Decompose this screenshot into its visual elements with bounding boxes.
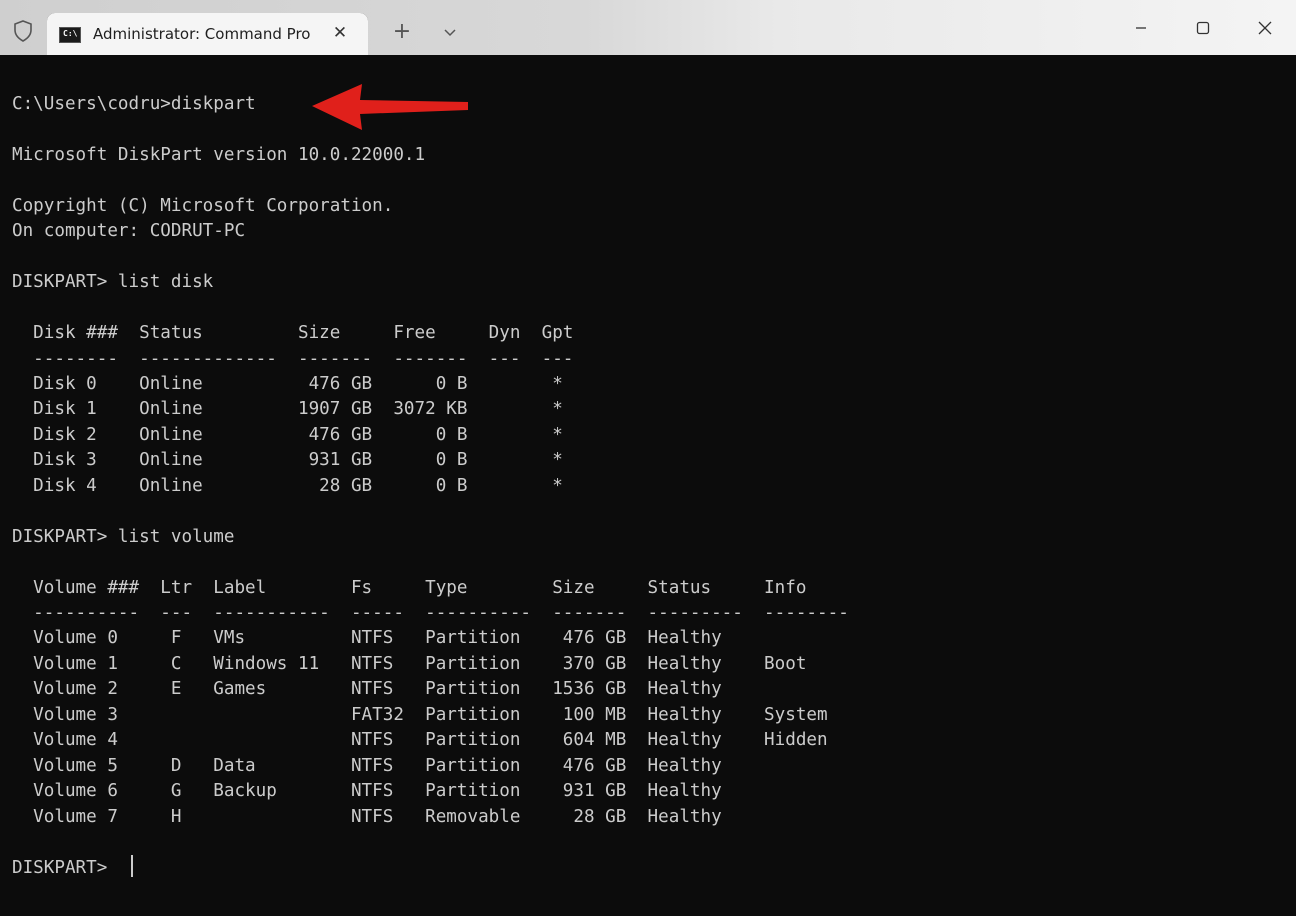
maximize-icon[interactable] — [1180, 13, 1226, 43]
tab-command-prompt[interactable]: C:\ Administrator: Command Pro ✕ — [47, 13, 368, 55]
terminal-line: Volume 5 D Data NTFS Partition 476 GB He… — [12, 755, 722, 776]
terminal-line: Copyright (C) Microsoft Corporation. — [12, 195, 394, 216]
terminal-line: Disk 3 Online 931 GB 0 B * — [12, 450, 563, 471]
chevron-down-icon[interactable] — [438, 22, 462, 42]
terminal-line: DISKPART> — [12, 857, 118, 878]
minimize-icon[interactable] — [1118, 13, 1164, 43]
terminal-line: Volume 1 C Windows 11 NTFS Partition 370… — [12, 653, 807, 674]
terminal-line: DISKPART> list volume — [12, 526, 235, 547]
new-tab-button[interactable]: + — [390, 20, 414, 44]
terminal-line: C:\Users\codru>diskpart — [12, 94, 256, 114]
close-icon[interactable] — [1242, 13, 1288, 43]
terminal-line: -------- ------------- ------- ------- -… — [12, 348, 574, 369]
terminal-line: Disk 2 Online 476 GB 0 B * — [12, 424, 563, 445]
tab-title: Administrator: Command Pro — [93, 25, 311, 43]
terminal-line: Disk 1 Online 1907 GB 3072 KB * — [12, 399, 563, 420]
terminal-line: Disk ### Status Size Free Dyn Gpt — [12, 323, 574, 344]
terminal-line: Volume 3 FAT32 Partition 100 MB Healthy … — [12, 704, 828, 725]
terminal-icon: C:\ — [59, 27, 81, 43]
terminal-line: Volume 6 G Backup NTFS Partition 931 GB … — [12, 781, 722, 802]
terminal-window: C:\ Administrator: Command Pro ✕ + C:\Us… — [0, 0, 1296, 916]
terminal-line: Disk 4 Online 28 GB 0 B * — [12, 475, 563, 496]
terminal-line: Volume 7 H NTFS Removable 28 GB Healthy — [12, 806, 722, 827]
terminal-line: Disk 0 Online 476 GB 0 B * — [12, 373, 563, 394]
arrow-icon — [312, 84, 468, 130]
terminal-line: Volume ### Ltr Label Fs Type Size Status… — [12, 577, 807, 598]
terminal-line: Volume 0 F VMs NTFS Partition 476 GB Hea… — [12, 628, 722, 649]
terminal-line: DISKPART> list disk — [12, 272, 214, 293]
shield-icon — [14, 20, 32, 42]
terminal-line: On computer: CODRUT-PC — [12, 221, 246, 242]
terminal-line: Volume 4 NTFS Partition 604 MB Healthy H… — [12, 730, 828, 751]
terminal-icon-text: C:\ — [63, 29, 78, 38]
terminal-line: Volume 2 E Games NTFS Partition 1536 GB … — [12, 679, 722, 700]
title-bar: C:\ Administrator: Command Pro ✕ + — [0, 0, 1296, 55]
text-cursor — [131, 855, 133, 877]
terminal-line: Microsoft DiskPart version 10.0.22000.1 — [12, 144, 426, 165]
terminal-line: ---------- --- ----------- ----- -------… — [12, 603, 849, 623]
close-icon[interactable]: ✕ — [329, 22, 351, 44]
